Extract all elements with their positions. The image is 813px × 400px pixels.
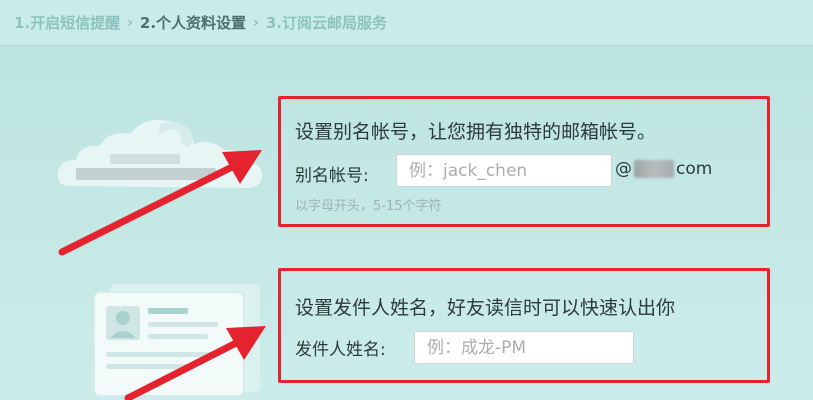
alias-account-input[interactable]	[396, 154, 612, 187]
step-1-sms-reminder[interactable]: 1.开启短信提醒	[14, 12, 120, 33]
alias-input-hint: 以字母开头，5-15个字符	[295, 199, 442, 214]
step-2-profile-settings[interactable]: 2.个人资料设置	[140, 12, 246, 33]
cloud-icon	[50, 108, 270, 198]
alias-section-heading: 设置别名帐号，让您拥有独特的邮箱帐号。	[295, 121, 657, 143]
domain-suffix: com	[676, 159, 713, 179]
sender-section-heading: 设置发件人姓名，好友读信时可以快速认出你	[295, 297, 676, 319]
at-sign: @	[615, 159, 632, 179]
step-3-subscribe-service[interactable]: 3.订阅云邮局服务	[266, 12, 387, 33]
sender-name-input[interactable]	[414, 331, 634, 364]
sender-name-section: 设置发件人姓名，好友读信时可以快速认出你 发件人姓名:	[278, 268, 770, 383]
chevron-right-icon: ›	[127, 14, 133, 31]
sender-name-label: 发件人姓名:	[295, 340, 386, 360]
chevron-right-icon: ›	[253, 14, 259, 31]
email-domain: @ com	[615, 159, 712, 179]
step-progress-bar: 1.开启短信提醒 › 2.个人资料设置 › 3.订阅云邮局服务	[0, 0, 813, 46]
profile-card-icon	[88, 278, 273, 400]
alias-account-label: 别名帐号:	[295, 166, 369, 186]
blurred-domain-name	[634, 160, 674, 178]
alias-account-section: 设置别名帐号，让您拥有独特的邮箱帐号。 别名帐号: @ com 以字母开头，5-…	[278, 96, 770, 227]
